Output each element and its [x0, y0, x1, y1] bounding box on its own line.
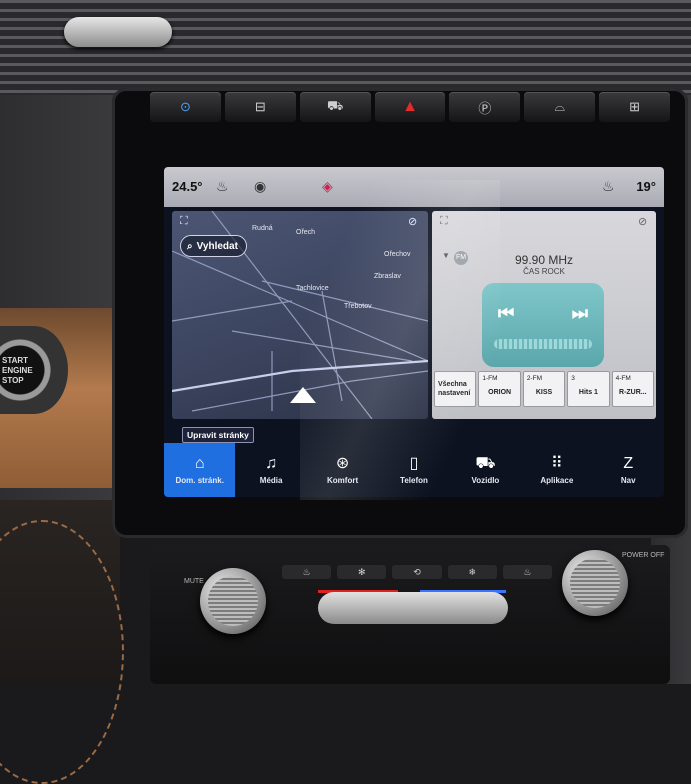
dock-label: Média — [259, 475, 283, 485]
dock-label: Nav — [620, 475, 636, 485]
fan-button[interactable]: ✻ — [337, 565, 387, 579]
auto-start-stop-button[interactable]: ⊙ — [150, 92, 221, 122]
hazard-button[interactable]: ▲ — [374, 92, 446, 122]
dock-item-media[interactable]: ♫ Média — [235, 443, 306, 497]
inside-temperature: 19° — [636, 179, 656, 194]
expand-icon[interactable]: ⛶ — [180, 215, 188, 228]
knob-grip — [570, 558, 620, 608]
preset-row: Všechna nastavení 1-FM ORION 2-FM KISS 3… — [434, 371, 655, 407]
apps-grid-icon: ⠿ — [550, 454, 563, 472]
hardware-button-bar: ⊙ ⊟ ⛟ ▲ Ⓟ ⌓ ⊞ — [150, 92, 671, 126]
preset-button[interactable]: 2-FM KISS — [522, 371, 566, 407]
map-place-label: Zbraslav — [374, 273, 401, 280]
dock-item-comfort[interactable]: ⊛ Komfort — [307, 443, 378, 497]
knob-grip — [208, 576, 258, 626]
map-place-label: Ořech — [296, 229, 316, 236]
next-track-icon[interactable]: ⏭ — [572, 303, 588, 324]
compass-icon[interactable]: ⊘ — [408, 215, 417, 228]
preset-band: 4-FM — [615, 375, 631, 382]
mute-label: MUTE — [184, 578, 204, 585]
power-off-label: POWER OFF — [622, 552, 665, 559]
park-assist-button[interactable]: Ⓟ — [449, 92, 521, 122]
hazard-icon: ▲ — [402, 98, 418, 115]
previous-track-icon[interactable]: ⏮ — [498, 303, 514, 324]
map-place-label: Tachlovice — [296, 285, 329, 292]
preset-name: ORION — [488, 389, 512, 397]
home-icon: ⌂ — [194, 454, 205, 472]
navigation-arrow-icon — [290, 387, 316, 403]
preset-button[interactable]: 1-FM ORION — [478, 371, 521, 407]
preset-button[interactable]: 3 Hits 1 — [567, 371, 610, 407]
dock-item-apps[interactable]: ⠿ Aplikace — [521, 443, 592, 497]
comfort-icon: ⊛ — [335, 454, 350, 472]
tune-knob[interactable] — [562, 550, 628, 616]
search-icon: ⌕ — [187, 240, 193, 252]
wifi-icon[interactable]: ◈ — [322, 178, 333, 195]
music-note-icon: ♫ — [265, 454, 278, 472]
search-button[interactable]: ⌕ Vyhledat — [180, 235, 247, 257]
vehicle-icon: ⛟ — [475, 454, 496, 472]
volume-knob[interactable] — [200, 568, 266, 634]
infotainment-screen: 24.5° ♨ ◉ ◈ ♨ 19° ⛶ ⊘ ⌕ Vyhledat Rudná O… — [164, 167, 664, 497]
dock-label: Aplikace — [540, 475, 574, 485]
dock-item-vehicle[interactable]: ⛟ Vozidlo — [450, 443, 521, 497]
parking-sensor-icon: ⊟ — [254, 99, 266, 114]
bottom-dock: ⌂ Dom. stránk. ♫ Média ⊛ Komfort ▯ Telef… — [164, 443, 664, 497]
temperature-rocker[interactable] — [318, 592, 508, 624]
air-recirculation-button[interactable]: ⟲ — [392, 565, 442, 579]
map-place-label: Rudná — [252, 225, 273, 232]
air-vent — [0, 0, 691, 95]
map-place-label: Třebotov — [344, 303, 372, 310]
engine-start-button[interactable]: START ENGINE STOP — [0, 326, 68, 414]
park-assist-icon: Ⓟ — [478, 100, 492, 116]
vent-adjust-knob[interactable] — [64, 17, 172, 47]
seat-vent-button[interactable]: ♨ — [502, 565, 553, 579]
all-settings-button[interactable]: Všechna nastavení — [434, 371, 477, 407]
dock-item-nav[interactable]: Z Nav — [593, 443, 664, 497]
steering-heat-icon[interactable]: ♨ — [602, 178, 615, 195]
parking-sensor-button[interactable]: ⊟ — [224, 92, 296, 122]
stitched-leather — [0, 500, 124, 784]
expand-icon[interactable]: ⛶ — [440, 215, 448, 228]
dock-item-home[interactable]: ⌂ Dom. stránk. — [164, 443, 236, 497]
rear-defrost-button[interactable]: ⊞ — [599, 92, 671, 122]
preset-name: R-ZUR... — [619, 389, 647, 397]
outside-temperature: 24.5° — [172, 179, 203, 194]
dock-item-phone[interactable]: ▯ Telefon — [378, 443, 449, 497]
album-art: ⏮ ⏭ — [482, 283, 604, 367]
preset-name: Hits 1 — [578, 389, 598, 397]
front-defrost-icon: ⌓ — [554, 99, 565, 114]
radio-power-icon[interactable]: ⊘ — [638, 215, 647, 228]
hvac-button-row: ♨ ✻ ⟲ ❄ ♨ — [282, 565, 553, 581]
preset-button[interactable]: 4-FM R-ZUR... — [611, 371, 655, 407]
dock-label: Komfort — [327, 475, 359, 485]
search-label: Vyhledat — [196, 240, 238, 252]
status-bar: 24.5° ♨ ◉ ◈ ♨ 19° — [164, 167, 664, 207]
auto-start-stop-icon: ⊙ — [179, 99, 191, 114]
traction-control-icon: ⛟ — [326, 98, 344, 113]
dock-label: Telefon — [400, 475, 428, 485]
driver-profile-icon[interactable]: ◉ — [254, 178, 266, 195]
seat-heat-icon[interactable]: ♨ — [216, 178, 229, 195]
map-place-label: Ořechov — [384, 251, 411, 258]
compass-nav-icon: Z — [623, 454, 634, 472]
map-card[interactable]: ⛶ ⊘ ⌕ Vyhledat Rudná Ořech Ořechov Zbras… — [172, 211, 428, 419]
radio-station-name: ČAS ROCK — [523, 267, 565, 276]
seat-heat-button[interactable]: ♨ — [282, 565, 332, 579]
radio-frequency: 99.90 MHz — [514, 253, 574, 267]
phone-icon: ▯ — [409, 454, 419, 472]
dock-label: Vozidlo — [471, 475, 500, 485]
edit-pages-button[interactable]: Upravit stránky — [182, 427, 254, 443]
traction-control-button[interactable]: ⛟ — [299, 92, 371, 122]
dock-label: Dom. stránk. — [175, 475, 224, 485]
rear-defrost-icon: ⊞ — [629, 99, 641, 114]
front-defrost-button[interactable]: ⌓ — [524, 92, 596, 122]
ac-button[interactable]: ❄ — [447, 565, 497, 579]
tuner-bar[interactable] — [494, 339, 592, 349]
radio-card[interactable]: ⛶ ⊘ ▼ FM 99.90 MHz ČAS ROCK ⏮ ⏭ Všechna … — [432, 211, 656, 419]
preset-band: 1-FM — [482, 375, 498, 382]
preset-band: 3 — [571, 375, 575, 382]
preset-band: 2-FM — [526, 375, 542, 382]
preset-name: KISS — [535, 389, 553, 397]
